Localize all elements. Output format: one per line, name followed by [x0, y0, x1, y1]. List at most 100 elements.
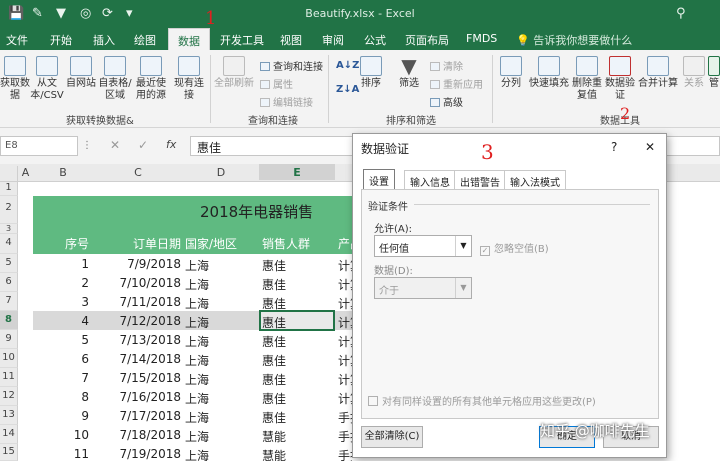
tell-me-search[interactable]: 💡 告诉我你想要做什么 — [516, 32, 632, 48]
cell-order-date[interactable]: 7/15/2018 — [93, 371, 181, 385]
cell-order-date[interactable]: 7/10/2018 — [93, 276, 181, 290]
filter-button[interactable]: ▼ 筛选 — [396, 56, 422, 90]
cell-index[interactable]: 3 — [33, 295, 89, 309]
text-to-columns-button[interactable]: 分列 — [498, 56, 524, 90]
cell-product[interactable]: 手持 — [338, 409, 352, 426]
cell-product[interactable]: 计算 — [338, 295, 352, 312]
cell-product[interactable]: 计算 — [338, 371, 352, 388]
row-header-selected[interactable]: 8 — [0, 311, 18, 330]
cell-country[interactable]: 上海 — [185, 295, 255, 312]
cell-index[interactable]: 9 — [33, 409, 89, 423]
tab-home[interactable]: 开始 — [50, 32, 72, 48]
insert-function-icon[interactable]: fx — [166, 138, 176, 151]
cell-country[interactable]: 上海 — [185, 314, 255, 331]
row-header[interactable]: 4 — [0, 234, 18, 254]
row-header[interactable]: 13 — [0, 406, 18, 425]
cell-order-date[interactable]: 7/16/2018 — [93, 390, 181, 404]
cell-sales-group[interactable]: 惠佳 — [262, 390, 332, 407]
cell-index[interactable]: 6 — [33, 352, 89, 366]
cell-sales-group[interactable]: 惠佳 — [262, 352, 332, 369]
row-header[interactable]: 11 — [0, 368, 18, 387]
cell-country[interactable]: 上海 — [185, 390, 255, 407]
refresh-all-button[interactable]: 全部刷新 — [214, 56, 254, 90]
cell-index[interactable]: 2 — [33, 276, 89, 290]
tab-data[interactable]: 数据 — [168, 28, 210, 50]
tab-formulas[interactable]: 公式 — [364, 32, 386, 48]
cell-country[interactable]: 上海 — [185, 333, 255, 350]
get-data-button[interactable]: 获取数据 — [0, 56, 30, 102]
tab-insert[interactable]: 插入 — [93, 32, 115, 48]
cell-index[interactable]: 4 — [33, 314, 89, 328]
cell-sales-group[interactable]: 惠佳 — [262, 276, 332, 293]
name-box[interactable]: E8 — [0, 136, 78, 156]
tab-draw[interactable]: 绘图 — [134, 32, 156, 48]
from-web-button[interactable]: 自网站 — [66, 56, 96, 90]
tab-file[interactable]: 文件 — [6, 32, 28, 48]
cell-index[interactable]: 8 — [33, 390, 89, 404]
cell-sales-group[interactable]: 惠佳 — [262, 333, 332, 350]
enter-entry-icon[interactable]: ✓ — [138, 138, 148, 152]
tab-error-alert[interactable]: 出错警告 — [454, 170, 506, 189]
row-header[interactable]: 2 — [0, 196, 18, 224]
ignore-blank-checkbox[interactable]: ✓ 忽略空值(B) — [480, 240, 549, 256]
cell-order-date[interactable]: 7/18/2018 — [93, 428, 181, 442]
advanced-button[interactable]: 高级 — [430, 94, 463, 109]
relationships-button[interactable]: 关系 — [682, 56, 706, 90]
help-button[interactable]: ? — [611, 140, 617, 154]
cell-product[interactable]: 计算 — [338, 333, 352, 350]
tab-view[interactable]: 视图 — [280, 32, 302, 48]
from-table-button[interactable]: 自表格/区域 — [98, 56, 132, 102]
consolidate-button[interactable]: 合并计算 — [638, 56, 678, 90]
cell-product[interactable]: 计算 — [338, 390, 352, 407]
cell-order-date[interactable]: 7/14/2018 — [93, 352, 181, 366]
cell-order-date[interactable]: 7/17/2018 — [93, 409, 181, 423]
cell-product[interactable]: 手持 — [338, 428, 352, 445]
cell-country[interactable]: 上海 — [185, 428, 255, 445]
cell-order-date[interactable]: 7/11/2018 — [93, 295, 181, 309]
cell-product[interactable]: 计算 — [338, 352, 352, 369]
cell-sales-group[interactable]: 惠佳 — [262, 409, 332, 426]
row-header[interactable]: 15 — [0, 444, 18, 461]
apply-to-all-checkbox[interactable]: 对有同样设置的所有其他单元格应用这些更改(P) — [368, 393, 596, 408]
row-header[interactable]: 3 — [0, 224, 18, 234]
clear-all-button[interactable]: 全部清除(C) — [361, 426, 423, 448]
tab-input-message[interactable]: 输入信息 — [404, 170, 456, 189]
row-header[interactable]: 1 — [0, 182, 18, 196]
sort-button[interactable]: 排序 — [358, 56, 384, 90]
row-header[interactable]: 10 — [0, 349, 18, 368]
cell-sales-group[interactable]: 惠佳 — [262, 314, 332, 331]
cell-product[interactable]: 计算 — [338, 276, 352, 293]
cell-product[interactable]: 计算 — [338, 257, 352, 274]
cell-index[interactable]: 7 — [33, 371, 89, 385]
close-button[interactable]: ✕ — [645, 140, 655, 154]
cell-sales-group[interactable]: 慧能 — [262, 428, 332, 445]
cell-sales-group[interactable]: 慧能 — [262, 447, 332, 461]
data-validation-button[interactable]: 数据验证 — [604, 56, 636, 102]
cell-order-date[interactable]: 7/12/2018 — [93, 314, 181, 328]
cell-order-date[interactable]: 7/9/2018 — [93, 257, 181, 271]
row-header[interactable]: 9 — [0, 330, 18, 349]
tab-settings[interactable]: 设置 — [363, 169, 395, 190]
cell-index[interactable]: 5 — [33, 333, 89, 347]
cell-index[interactable]: 10 — [33, 428, 89, 442]
allow-select[interactable]: 任何值 ▼ — [374, 235, 472, 257]
remove-duplicates-button[interactable]: 删除重复值 — [572, 56, 602, 102]
data-select[interactable]: 介于 ▼ — [374, 277, 472, 299]
queries-connections-button[interactable]: 查询和连接 — [260, 58, 323, 73]
cell-index[interactable]: 1 — [33, 257, 89, 271]
flash-fill-button[interactable]: 快速填充 — [528, 56, 570, 90]
cell-country[interactable]: 上海 — [185, 352, 255, 369]
cell-country[interactable]: 上海 — [185, 447, 255, 461]
cell-product[interactable]: 计算 — [338, 314, 352, 331]
cell-index[interactable]: 11 — [33, 447, 89, 461]
cell-country[interactable]: 上海 — [185, 257, 255, 274]
clear-button[interactable]: 清除 — [430, 58, 463, 73]
edit-links-button[interactable]: 编辑链接 — [260, 94, 313, 109]
tab-fmds[interactable]: FMDS — [466, 32, 497, 45]
cancel-entry-icon[interactable]: ✕ — [110, 138, 120, 152]
tab-page-layout[interactable]: 页面布局 — [405, 32, 449, 48]
tab-developer[interactable]: 开发工具 — [220, 32, 264, 48]
sort-za-icon[interactable]: Z↓A — [336, 84, 359, 95]
properties-button[interactable]: 属性 — [260, 76, 293, 91]
cell-sales-group[interactable]: 惠佳 — [262, 257, 332, 274]
